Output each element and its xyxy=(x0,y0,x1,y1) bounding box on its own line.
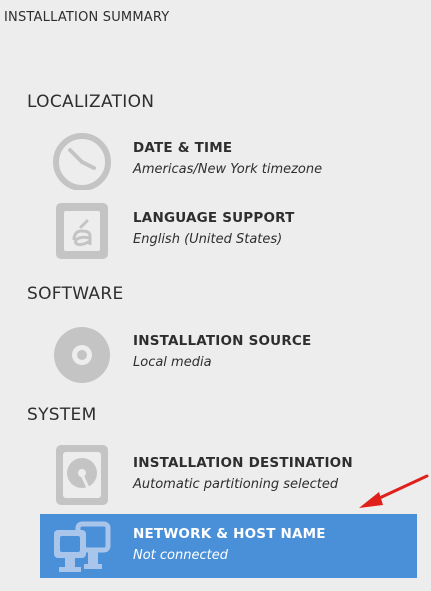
section-heading-software: SOFTWARE xyxy=(27,284,124,304)
spoke-network-host-name[interactable]: NETWORK & HOST NAME Not connected xyxy=(40,514,417,578)
clock-icon xyxy=(50,130,114,190)
spoke-installation-source[interactable]: INSTALLATION SOURCE Local media xyxy=(40,321,417,385)
spoke-language-support[interactable]: LANGUAGE SUPPORT English (United States) xyxy=(40,198,417,262)
spoke-status: Automatic partitioning selected xyxy=(133,477,339,492)
network-icon xyxy=(50,516,114,576)
spoke-title: NETWORK & HOST NAME xyxy=(133,526,326,542)
language-icon xyxy=(50,200,114,260)
spoke-title: INSTALLATION DESTINATION xyxy=(133,455,353,471)
spoke-status: English (United States) xyxy=(133,232,283,247)
disc-icon xyxy=(50,323,114,383)
spoke-title: INSTALLATION SOURCE xyxy=(133,333,312,349)
spoke-status: Americas/New York timezone xyxy=(133,162,323,177)
spoke-date-time[interactable]: DATE & TIME Americas/New York timezone xyxy=(40,128,417,192)
section-heading-localization: LOCALIZATION xyxy=(27,92,155,112)
spoke-title: DATE & TIME xyxy=(133,140,233,156)
hard-drive-icon xyxy=(50,445,114,505)
spoke-installation-destination[interactable]: INSTALLATION DESTINATION Automatic parti… xyxy=(40,443,417,507)
spoke-status: Local media xyxy=(133,355,212,370)
spoke-title: LANGUAGE SUPPORT xyxy=(133,210,295,226)
section-heading-system: SYSTEM xyxy=(27,405,97,425)
page-title: INSTALLATION SUMMARY xyxy=(4,10,170,25)
spoke-status: Not connected xyxy=(133,548,228,563)
